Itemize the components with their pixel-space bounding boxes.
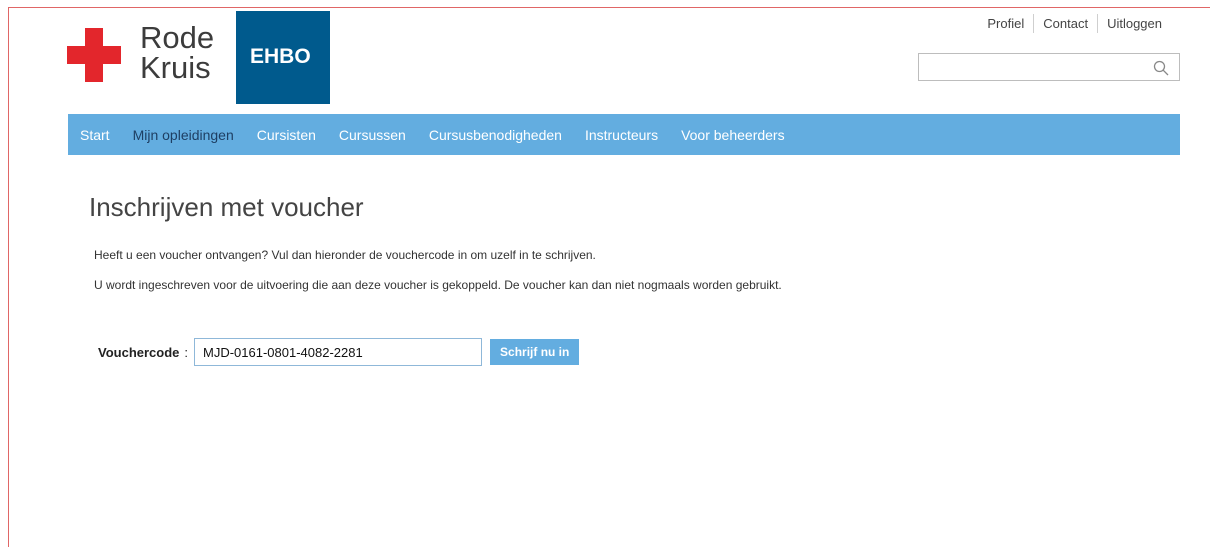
top-links: Profiel Contact Uitloggen xyxy=(978,14,1171,33)
search-icon[interactable] xyxy=(1153,60,1169,76)
nav-cursusbenodigheden[interactable]: Cursusbenodigheden xyxy=(429,127,562,143)
page-title: Inschrijven met voucher xyxy=(89,192,364,222)
brand-line-1: Rode xyxy=(140,20,215,55)
intro-paragraph: Heeft u een voucher ontvangen? Vul dan h… xyxy=(94,248,596,262)
info-paragraph: U wordt ingeschreven voor de uitvoering … xyxy=(94,278,782,292)
red-cross-icon xyxy=(67,28,121,82)
logout-link[interactable]: Uitloggen xyxy=(1097,14,1171,33)
main-nav: Start Mijn opleidingen Cursisten Cursuss… xyxy=(68,114,1180,155)
nav-cursussen[interactable]: Cursussen xyxy=(339,127,406,143)
search-box xyxy=(918,53,1180,81)
contact-link[interactable]: Contact xyxy=(1033,14,1097,33)
nav-start[interactable]: Start xyxy=(80,127,110,143)
voucher-input[interactable] xyxy=(194,338,483,366)
nav-voor-beheerders[interactable]: Voor beheerders xyxy=(681,127,785,143)
voucher-label-colon: : xyxy=(184,344,189,360)
nav-instructeurs[interactable]: Instructeurs xyxy=(585,127,658,143)
ehbo-badge: EHBO xyxy=(236,11,330,104)
nav-cursisten[interactable]: Cursisten xyxy=(257,127,316,143)
voucher-label: Vouchercode xyxy=(98,344,180,360)
brand-line-2: Kruis xyxy=(140,50,211,85)
profile-link[interactable]: Profiel xyxy=(978,14,1033,33)
brand-name: Rode Kruis xyxy=(140,20,215,85)
nav-mijn-opleidingen[interactable]: Mijn opleidingen xyxy=(133,127,234,143)
page-frame xyxy=(8,7,1210,547)
search-input[interactable] xyxy=(923,55,1147,81)
voucher-form: Vouchercode : Schrijf nu in xyxy=(98,338,580,366)
submit-button[interactable]: Schrijf nu in xyxy=(490,339,580,365)
